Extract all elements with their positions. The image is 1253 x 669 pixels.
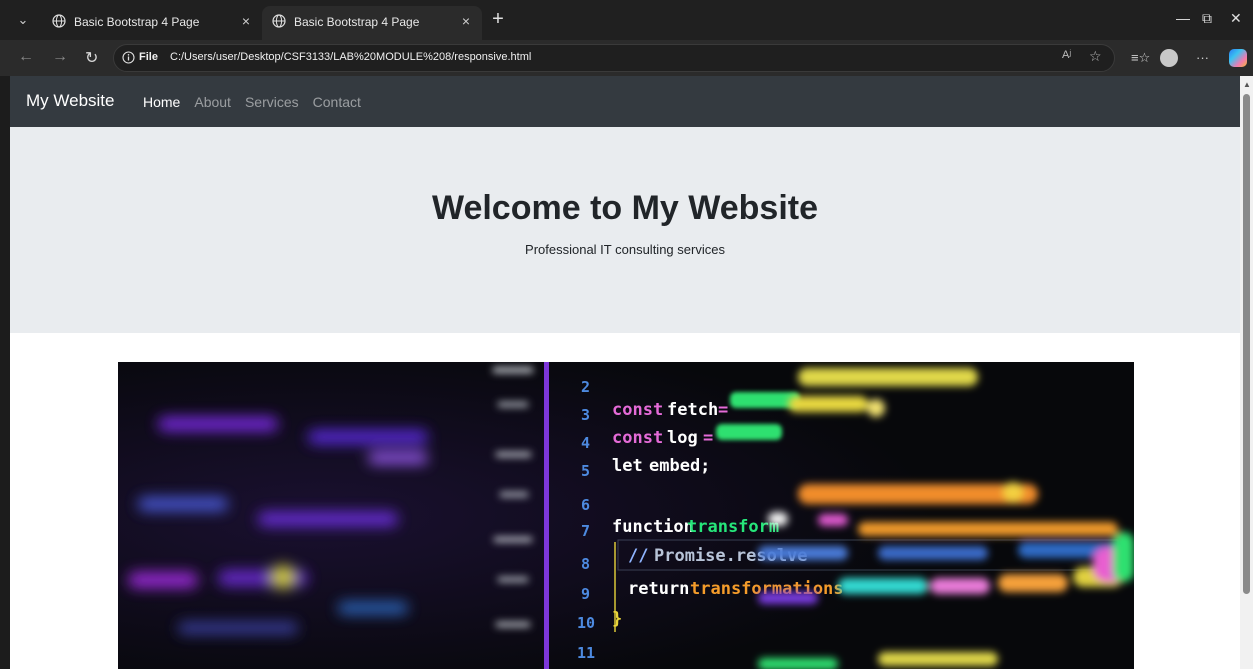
info-icon[interactable] — [122, 51, 135, 64]
globe-icon — [272, 14, 286, 28]
code-keyword: const — [612, 400, 663, 420]
code-comment: // — [628, 546, 648, 566]
code-operator: = — [703, 428, 713, 448]
window-edge — [0, 76, 10, 669]
line-number: 5 — [581, 462, 590, 480]
code-brace: } — [612, 609, 622, 629]
scroll-up-arrow-icon[interactable]: ▲ — [1243, 80, 1251, 89]
code-image-graphic: 2 3 4 5 6 7 8 9 10 11 const fetch = cons… — [118, 362, 1134, 669]
nav-link-contact[interactable]: Contact — [313, 94, 361, 110]
line-number: 2 — [581, 378, 590, 396]
url-scheme-label: File — [139, 51, 158, 63]
code-keyword: const — [612, 428, 663, 448]
tab-title: Basic Bootstrap 4 Page — [294, 15, 420, 29]
tab-title: Basic Bootstrap 4 Page — [74, 15, 200, 29]
globe-icon — [52, 14, 66, 28]
favorites-icon[interactable]: ≡☆ — [1131, 50, 1150, 66]
nav-link-home[interactable]: Home — [143, 94, 180, 110]
new-tab-button[interactable]: + — [486, 8, 510, 32]
minimize-icon[interactable]: — — [1176, 10, 1190, 26]
jumbotron-subtitle: Professional IT consulting services — [525, 242, 725, 257]
code-keyword: let — [612, 456, 643, 476]
page-viewport: My Website Home About Services Contact W… — [10, 76, 1240, 669]
navbar-links: Home About Services Contact — [143, 94, 361, 110]
url-text[interactable]: C:/Users/user/Desktop/CSF3133/LAB%20MODU… — [170, 51, 531, 63]
scrollbar-thumb[interactable] — [1243, 94, 1250, 594]
code-keyword: function — [612, 517, 694, 537]
line-number: 10 — [577, 614, 595, 632]
jumbotron-title: Welcome to My Website — [431, 189, 819, 227]
navbar-brand[interactable]: My Website — [26, 91, 115, 111]
line-number: 8 — [581, 555, 590, 573]
close-tab-icon[interactable]: × — [462, 13, 470, 29]
forward-arrow-icon[interactable]: → — [52, 48, 68, 66]
more-menu-icon[interactable]: ··· — [1196, 50, 1209, 65]
jumbotron: Welcome to My Website Professional IT co… — [10, 127, 1240, 333]
site-navbar: My Website Home About Services Contact — [10, 76, 1240, 127]
browser-tab-2-active[interactable]: Basic Bootstrap 4 Page × — [262, 6, 482, 40]
code-keyword: return — [628, 579, 689, 599]
code-identifier: log — [667, 428, 698, 448]
hero-code-image: 2 3 4 5 6 7 8 9 10 11 const fetch = cons… — [118, 362, 1134, 669]
line-number: 6 — [581, 496, 590, 514]
copilot-icon[interactable] — [1229, 49, 1247, 67]
nav-link-about[interactable]: About — [194, 94, 231, 110]
code-identifier: fetch — [667, 400, 718, 420]
line-number: 7 — [581, 522, 590, 540]
code-function-name: transform — [687, 517, 779, 537]
favorite-star-icon[interactable]: ☆ — [1089, 48, 1102, 65]
line-number: 9 — [581, 585, 590, 603]
profile-avatar[interactable] — [1160, 49, 1178, 67]
close-tab-icon[interactable]: × — [242, 13, 250, 29]
back-arrow-icon[interactable]: ← — [18, 48, 34, 66]
browser-tab-1[interactable]: Basic Bootstrap 4 Page × — [42, 6, 262, 40]
line-number: 3 — [581, 406, 590, 424]
window-close-icon[interactable]: ✕ — [1230, 10, 1242, 27]
restore-icon[interactable]: ⧉ — [1202, 10, 1212, 27]
code-operator: = — [718, 400, 728, 420]
reload-icon[interactable]: ↻ — [85, 48, 98, 68]
address-bar[interactable]: File C:/Users/user/Desktop/CSF3133/LAB%2… — [113, 44, 1115, 72]
code-identifier: embed; — [649, 456, 710, 476]
browser-toolbar: ← → ↻ File C:/Users/user/Desktop/CSF3133… — [0, 40, 1253, 76]
nav-link-services[interactable]: Services — [245, 94, 299, 110]
browser-tab-bar: ⌄ Basic Bootstrap 4 Page × Basic Bootstr… — [0, 0, 1253, 40]
read-aloud-icon[interactable]: Aʲ — [1062, 49, 1071, 61]
page-scrollbar[interactable]: ▲ — [1240, 76, 1253, 669]
line-number: 4 — [581, 434, 590, 452]
tab-list-chevron-icon[interactable]: ⌄ — [12, 9, 34, 31]
line-number: 11 — [577, 644, 595, 662]
